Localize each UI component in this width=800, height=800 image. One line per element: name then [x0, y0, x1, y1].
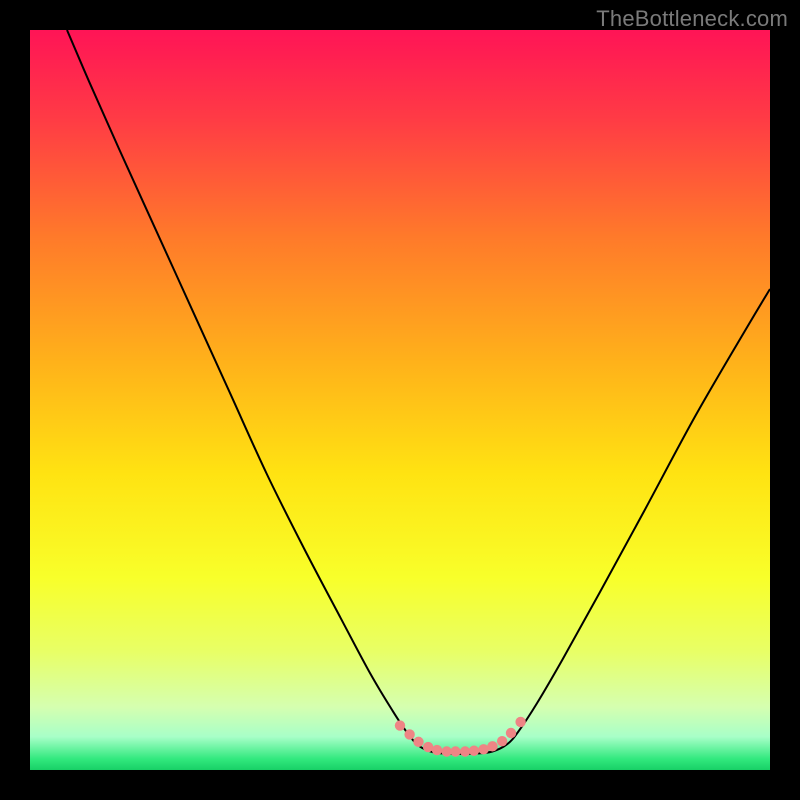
- flat-zone-dot: [450, 746, 460, 756]
- flat-zone-dot: [404, 729, 414, 739]
- flat-zone-dot: [441, 746, 451, 756]
- flat-zone-dot: [432, 745, 442, 755]
- flat-zone-dot: [395, 720, 405, 730]
- flat-zone-dot: [478, 744, 488, 754]
- flat-zone-dot: [497, 736, 507, 746]
- flat-zone-dot: [515, 717, 525, 727]
- gradient-background: [30, 30, 770, 770]
- flat-zone-dot: [460, 746, 470, 756]
- plot-area: [30, 30, 770, 770]
- watermark-text: TheBottleneck.com: [596, 6, 788, 32]
- chart-frame: TheBottleneck.com: [0, 0, 800, 800]
- flat-zone-dot: [506, 728, 516, 738]
- flat-zone-dot: [423, 742, 433, 752]
- flat-zone-dot: [469, 746, 479, 756]
- flat-zone-dot: [413, 737, 423, 747]
- flat-zone-dot: [487, 741, 497, 751]
- chart-svg: [30, 30, 770, 770]
